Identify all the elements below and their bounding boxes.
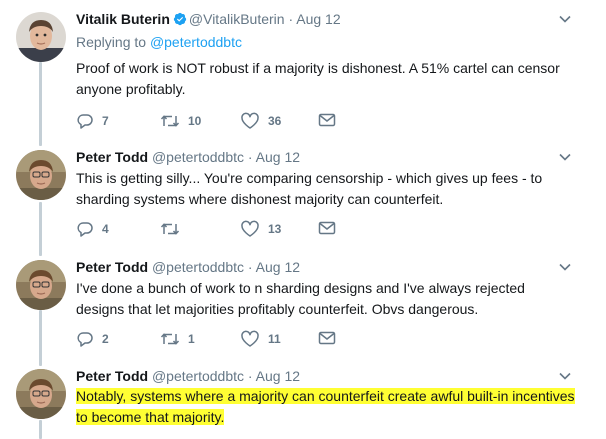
avatar[interactable] xyxy=(16,260,66,310)
tweet[interactable]: Vitalik Buterin @VitalikButerin · Aug 12 … xyxy=(0,10,606,140)
chevron-down-icon[interactable] xyxy=(558,150,572,164)
chevron-down-icon[interactable] xyxy=(558,12,572,26)
heart-icon xyxy=(241,330,259,347)
message-button[interactable] xyxy=(318,330,336,346)
tweet-header: Peter Todd @petertoddbtc · Aug 12 xyxy=(76,367,300,385)
like-button[interactable]: 11 xyxy=(240,330,281,348)
verified-badge-icon xyxy=(173,12,187,26)
avatar[interactable] xyxy=(16,369,66,419)
reply-icon xyxy=(77,114,93,129)
chevron-down-icon[interactable] xyxy=(558,260,572,274)
user-handle[interactable]: @petertoddbtc xyxy=(152,368,244,384)
envelope-icon xyxy=(318,331,336,345)
timestamp[interactable]: · Aug 12 xyxy=(248,368,300,384)
user-handle[interactable]: @VitalikButerin xyxy=(189,11,285,27)
reply-count: 2 xyxy=(102,332,109,346)
replying-to-link[interactable]: @petertoddbtc xyxy=(150,34,242,50)
user-handle[interactable]: @petertoddbtc xyxy=(152,149,244,165)
user-handle[interactable]: @petertoddbtc xyxy=(152,259,244,275)
retweet-button[interactable] xyxy=(160,220,188,238)
tweet-header: Vitalik Buterin @VitalikButerin · Aug 12 xyxy=(76,10,341,28)
tweet-text: Notably, systems where a majority can co… xyxy=(76,386,591,428)
like-count: 13 xyxy=(268,222,282,236)
retweet-count: 1 xyxy=(188,332,195,346)
tweet[interactable]: Peter Todd @petertoddbtc · Aug 12 This i… xyxy=(0,148,606,248)
display-name[interactable]: Vitalik Buterin xyxy=(76,11,170,27)
tweet[interactable]: Peter Todd @petertoddbtc · Aug 12 Notabl… xyxy=(0,367,606,439)
retweet-button[interactable]: 10 xyxy=(160,112,201,130)
tweet[interactable]: Peter Todd @petertoddbtc · Aug 12 I've d… xyxy=(0,258,606,358)
reply-icon xyxy=(77,222,93,237)
retweet-icon xyxy=(160,115,180,127)
tweet-text: Proof of work is NOT robust if a majorit… xyxy=(76,60,560,97)
tweet-header: Peter Todd @petertoddbtc · Aug 12 xyxy=(76,258,300,276)
retweet-button[interactable]: 1 xyxy=(160,330,195,348)
avatar[interactable] xyxy=(16,12,66,62)
reply-icon xyxy=(77,332,93,347)
like-count: 11 xyxy=(268,332,281,346)
replying-to-label: Replying to xyxy=(76,34,150,50)
avatar[interactable] xyxy=(16,150,66,200)
display-name[interactable]: Peter Todd xyxy=(76,368,148,384)
retweet-count: 10 xyxy=(188,114,202,128)
timestamp[interactable]: · Aug 12 xyxy=(288,11,340,27)
heart-icon xyxy=(241,220,259,237)
message-button[interactable] xyxy=(318,220,336,236)
display-name[interactable]: Peter Todd xyxy=(76,259,148,275)
retweet-icon xyxy=(160,223,180,235)
tweet-text: This is getting silly... You're comparin… xyxy=(76,170,543,207)
tweet-header: Peter Todd @petertoddbtc · Aug 12 xyxy=(76,148,300,166)
reply-count: 4 xyxy=(102,222,109,236)
timestamp[interactable]: · Aug 12 xyxy=(248,259,300,275)
reply-button[interactable]: 7 xyxy=(76,112,109,130)
replying-to: Replying to @petertoddbtc xyxy=(76,34,242,50)
like-button[interactable]: 36 xyxy=(240,112,281,130)
retweet-icon xyxy=(160,333,180,345)
reply-button[interactable]: 4 xyxy=(76,220,109,238)
heart-icon xyxy=(241,112,259,129)
chevron-down-icon[interactable] xyxy=(558,369,572,383)
message-button[interactable] xyxy=(318,112,336,128)
reply-count: 7 xyxy=(102,114,109,128)
reply-button[interactable]: 2 xyxy=(76,330,109,348)
envelope-icon xyxy=(318,221,336,235)
highlighted-text: to become that majority. xyxy=(76,409,225,425)
envelope-icon xyxy=(318,113,336,127)
tweet-text: I've done a bunch of work to n sharding … xyxy=(76,280,525,317)
like-button[interactable]: 13 xyxy=(240,220,281,238)
like-count: 36 xyxy=(268,114,282,128)
timestamp[interactable]: · Aug 12 xyxy=(248,149,300,165)
display-name[interactable]: Peter Todd xyxy=(76,149,148,165)
highlighted-text: Notably, systems where a majority can co… xyxy=(76,388,575,404)
